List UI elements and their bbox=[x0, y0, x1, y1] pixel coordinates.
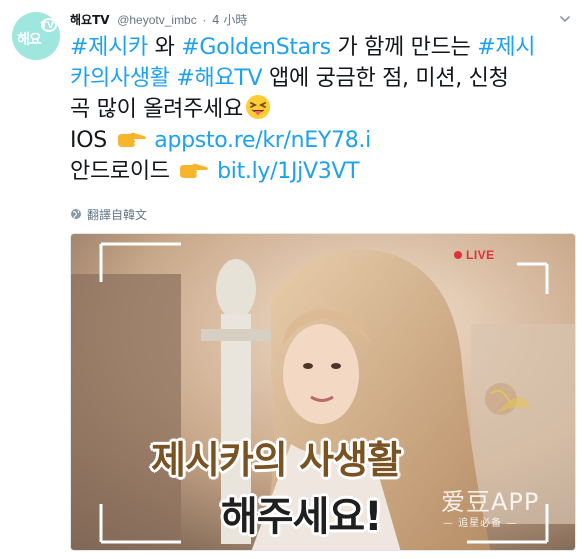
author-name[interactable]: 해요TV bbox=[70, 13, 110, 27]
media-title-line-2: 해주세요! bbox=[221, 494, 382, 540]
media-title-line-1: 제시카의 사생활 bbox=[151, 438, 402, 482]
tweet-header: 해요TV @heyotv_imbc · 4 小時 bbox=[70, 11, 550, 29]
tweet: TV 해요 해요TV @heyotv_imbc · 4 小時 #제시카 와 #G… bbox=[0, 0, 588, 559]
avatar-badge: TV bbox=[40, 21, 54, 31]
hashtag-jessica-private-life[interactable]: #제시 bbox=[477, 35, 535, 60]
text-segment: 앱에 궁금한 점, 미션, 신청 bbox=[262, 66, 509, 91]
author-handle[interactable]: @heyotv_imbc bbox=[117, 13, 197, 27]
text-segment: 와 bbox=[147, 35, 182, 60]
tweet-line-ios: IOS appsto.re/kr/nEY78.i bbox=[70, 125, 580, 156]
android-app-link[interactable]: bit.ly/1JjV3VT bbox=[217, 159, 359, 184]
tweet-media[interactable]: LIVE 제시카의 사생활 해주세요! 爱豆APP — 追星必备 — bbox=[70, 233, 576, 551]
translate-label: 翻譯自韓文 bbox=[87, 207, 148, 222]
globe-icon bbox=[71, 209, 81, 219]
tweet-line-android: 안드로이드 bit.ly/1JjV3VT bbox=[70, 156, 580, 187]
header-separator: · bbox=[202, 13, 207, 27]
ios-label: IOS bbox=[70, 128, 107, 153]
pointing-right-emoji bbox=[180, 163, 209, 178]
watermark-sub: — 追星必备 — bbox=[443, 518, 518, 529]
avatar[interactable]: TV 해요 bbox=[12, 12, 60, 60]
hashtag-heyotv[interactable]: #해요TV bbox=[176, 66, 262, 91]
chevron-down-icon[interactable] bbox=[560, 14, 570, 24]
tweet-text: #제시카 와 #GoldenStars 가 함께 만드는 #제시 카의사생활 #… bbox=[70, 32, 580, 187]
android-label: 안드로이드 bbox=[70, 159, 170, 184]
text-segment: 가 함께 만드는 bbox=[330, 35, 478, 60]
hashtag-goldenstars[interactable]: #GoldenStars bbox=[181, 35, 331, 60]
tweet-line-3: 곡 많이 올려주세요 bbox=[70, 94, 580, 125]
live-dot-icon bbox=[454, 251, 462, 259]
tweet-line-2: 카의사생활 #해요TV 앱에 궁금한 점, 미션, 신청 bbox=[70, 63, 580, 94]
live-badge: LIVE bbox=[454, 248, 495, 262]
avatar-text: 해요 bbox=[17, 32, 42, 48]
tweet-timestamp[interactable]: 4 小時 bbox=[212, 13, 247, 27]
tweet-line-1: #제시카 와 #GoldenStars 가 함께 만드는 #제시 bbox=[70, 32, 580, 63]
squinting-face-tongue-emoji bbox=[245, 95, 270, 119]
live-label: LIVE bbox=[466, 248, 495, 262]
pointing-right-emoji bbox=[117, 132, 146, 147]
hashtag-jessica-private-life[interactable]: 카의사생활 bbox=[70, 66, 170, 91]
watermark-main: 爱豆APP bbox=[441, 488, 540, 516]
ios-app-link[interactable]: appsto.re/kr/nEY78.i bbox=[154, 128, 371, 153]
translate-tweet[interactable]: 翻譯自韓文 bbox=[70, 205, 147, 223]
hashtag-jessica[interactable]: #제시카 bbox=[70, 35, 148, 60]
text-segment: 곡 많이 올려주세요 bbox=[70, 97, 243, 122]
